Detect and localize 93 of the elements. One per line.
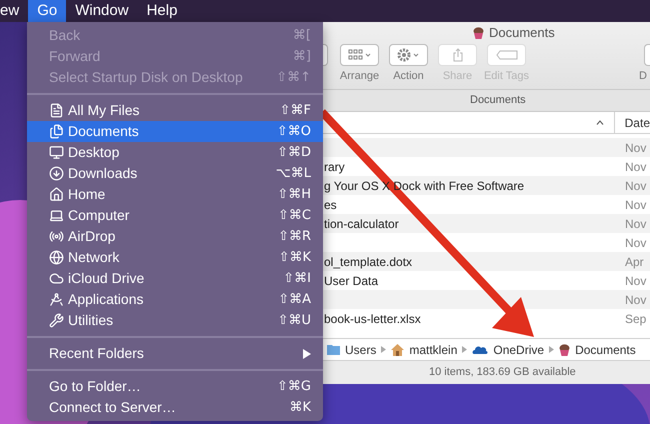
date-cell-text: Nov (625, 292, 646, 308)
cupcake-icon (559, 344, 570, 356)
menu-item[interactable]: All My Files ⇧⌘F (27, 100, 323, 121)
menu-bar-item[interactable]: Go (28, 0, 66, 22)
path-item[interactable]: Users (345, 340, 376, 358)
cloud-icon (49, 271, 64, 286)
toolbar-button[interactable] (389, 44, 428, 66)
date-cell-text: Apr (625, 254, 644, 270)
shortcut: ⌥⌘L (276, 164, 311, 183)
tag-icon (496, 50, 518, 60)
folder-icon (327, 344, 340, 355)
menu-item[interactable]: Utilities ⇧⌘U (27, 310, 323, 331)
date-cell-text: Nov (625, 140, 646, 156)
wrench-icon (49, 313, 64, 328)
house-icon (391, 344, 404, 356)
menu-item[interactable]: Downloads ⌥⌘L (27, 163, 323, 184)
laptop-icon (49, 208, 64, 223)
shortcut: ⌘K (289, 398, 311, 417)
menu-item[interactable]: Applications ⇧⌘A (27, 289, 323, 310)
chevron-icon (462, 346, 468, 353)
menu-bar-item[interactable]: ew (0, 0, 28, 22)
file-name: rary (324, 160, 345, 174)
house-icon (49, 187, 64, 202)
monitor-icon (49, 145, 64, 160)
file-row[interactable]: ol_template.dotx Apr (323, 252, 650, 271)
status-text: 10 items, 183.69 GB available (429, 365, 576, 380)
menu-item[interactable]: iCloud Drive ⇧⌘I (27, 268, 323, 289)
date-cell-text: Nov (625, 272, 646, 290)
date-cell-text: Nov (625, 158, 646, 176)
share-icon (452, 48, 462, 62)
date-cell-text: Nov (625, 216, 646, 232)
shortcut: ⇧⌘F (280, 102, 311, 120)
file-row[interactable]: tion-calculator Nov (323, 214, 650, 233)
shortcut: ⇧⌘G (277, 378, 311, 396)
toolbar-button[interactable] (340, 44, 379, 66)
shortcut: ⇧⌘D (277, 144, 311, 162)
shortcut: ⇧⌘A (278, 290, 311, 309)
shortcut: ⇧⌘C (278, 206, 311, 225)
window-title: Documents (489, 24, 555, 42)
menu-item[interactable]: Go to Folder… ⇧⌘G (27, 376, 323, 397)
menu-item[interactable]: AirDrop ⇧⌘R (27, 226, 323, 247)
file-name: book-us-letter.xlsx (324, 312, 421, 326)
date-cell-text: Nov (625, 178, 646, 194)
shortcut: ⇧⌘U (278, 312, 311, 330)
menu-item[interactable]: Connect to Server… ⌘K (27, 397, 323, 418)
menu-bar-item[interactable]: Window (66, 0, 138, 22)
tab[interactable]: Documents (470, 92, 526, 109)
menu-item[interactable]: Desktop ⇧⌘D (27, 142, 323, 163)
download-icon (49, 166, 64, 181)
shortcut: ⇧⌘I (283, 270, 311, 288)
cupcake-icon (473, 27, 484, 39)
menu-item[interactable]: Documents ⇧⌘O (27, 121, 323, 142)
column-title[interactable]: Date (624, 114, 650, 132)
shortcut: ⌘[ (292, 26, 311, 45)
submenu-triangle-icon (303, 348, 311, 358)
documents-icon (49, 124, 64, 139)
file-row[interactable]: Nov (323, 138, 650, 157)
gear-icon (396, 48, 420, 62)
menu-item[interactable]: Network ⇧⌘K (27, 247, 323, 268)
shortcut: ⇧⌘K (278, 248, 311, 267)
grid-icon (348, 49, 372, 61)
menu-bar-item[interactable]: Help (138, 0, 186, 22)
toolbar-label: Action (393, 69, 424, 84)
signal-rings-icon (49, 229, 64, 244)
date-cell-text: Sep (625, 310, 646, 328)
compass-icon (49, 292, 64, 307)
file-name: tion-calculator (324, 216, 399, 230)
chevron-icon (549, 346, 554, 353)
menu-item[interactable]: Recent Folders (27, 343, 323, 364)
chevron-icon (381, 346, 386, 353)
sort-caret-icon[interactable] (596, 120, 604, 125)
date-cell-text: Nov (625, 234, 646, 252)
document-icon (49, 103, 64, 118)
globe-icon (49, 250, 64, 265)
toolbar-label: Arrange (340, 69, 380, 84)
shortcut: ⇧⌘R (278, 228, 311, 246)
date-cell-text: Nov (625, 196, 646, 214)
toolbar-label: D (639, 69, 647, 84)
shortcut: ⇧⌘H (277, 186, 311, 204)
file-row[interactable]: Nov (323, 290, 650, 309)
menu-item[interactable]: Computer ⇧⌘C (27, 205, 323, 226)
cloud-icon (472, 345, 488, 354)
shortcut: ⇧⌘O (276, 122, 311, 141)
shortcut: ⌘] (292, 48, 311, 66)
toolbar-button[interactable] (644, 44, 650, 66)
path-item[interactable]: OneDrive (493, 340, 544, 358)
file-name: ol_template.dotx (324, 254, 412, 268)
path-item[interactable]: mattklein (409, 340, 458, 358)
file-name: User Data (324, 274, 378, 288)
menu-item[interactable]: Home ⇧⌘H (27, 184, 323, 205)
path-item[interactable]: Documents (575, 340, 636, 358)
file-name: es (324, 198, 337, 212)
shortcut: ⇧⌘↑ (276, 68, 311, 87)
